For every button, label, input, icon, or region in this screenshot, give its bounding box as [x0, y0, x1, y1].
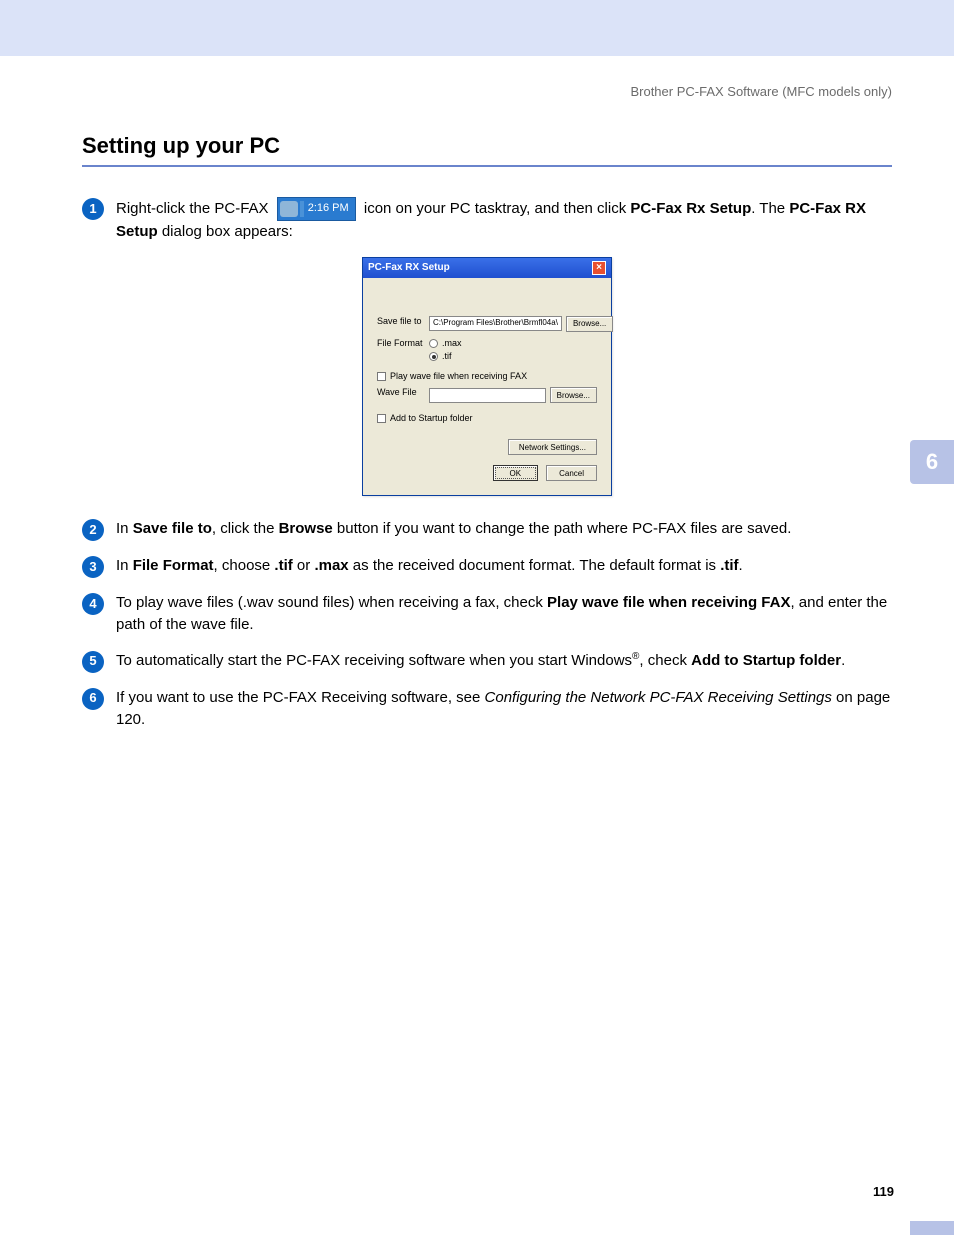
dialog-titlebar: PC-Fax RX Setup ×: [363, 258, 611, 278]
wave-file-input[interactable]: [429, 388, 546, 403]
step-4-body: To play wave files (.wav sound files) wh…: [116, 592, 892, 636]
save-file-to-input[interactable]: C:\Program Files\Brother\Brmfl04a\: [429, 316, 562, 331]
page-content: Setting up your PC 1 Right-click the PC-…: [0, 99, 954, 730]
add-startup-label: Add to Startup folder: [390, 413, 473, 423]
printer-icon: [280, 201, 298, 217]
doc-title: Brother PC-FAX Software (MFC models only…: [630, 84, 892, 99]
file-format-label: File Format: [377, 338, 429, 348]
step-badge-5: 5: [82, 651, 104, 673]
step-badge-3: 3: [82, 556, 104, 578]
step-2: 2 In Save file to, click the Browse butt…: [82, 518, 892, 541]
step-3: 3 In File Format, choose .tif or .max as…: [82, 555, 892, 578]
radio-tif[interactable]: [429, 352, 438, 361]
browse-save-button[interactable]: Browse...: [566, 316, 613, 332]
dialog-body: Save file to C:\Program Files\Brother\Br…: [363, 278, 611, 496]
page-number: 119: [873, 1184, 894, 1199]
step-badge-2: 2: [82, 519, 104, 541]
step-1-body: Right-click the PC-FAX 2:16 PM icon on y…: [116, 197, 892, 243]
close-icon[interactable]: ×: [592, 261, 606, 275]
step-3-body: In File Format, choose .tif or .max as t…: [116, 555, 892, 577]
step-badge-1: 1: [82, 198, 104, 220]
step-5: 5 To automatically start the PC-FAX rece…: [82, 650, 892, 673]
step-badge-4: 4: [82, 593, 104, 615]
network-settings-button[interactable]: Network Settings...: [508, 439, 597, 455]
tasktray-time: 2:16 PM: [308, 201, 349, 217]
step-6: 6 If you want to use the PC-FAX Receivin…: [82, 687, 892, 731]
step-6-body: If you want to use the PC-FAX Receiving …: [116, 687, 892, 731]
dialog-screenshot: PC-Fax RX Setup × Save file to C:\Progra…: [82, 257, 892, 497]
wave-file-label: Wave File: [377, 387, 429, 397]
play-wave-checkbox[interactable]: [377, 372, 386, 381]
pcfax-tasktray-icon: 2:16 PM: [277, 197, 356, 221]
add-startup-checkbox[interactable]: [377, 414, 386, 423]
divider-icon: [300, 201, 304, 217]
running-header: Brother PC-FAX Software (MFC models only…: [0, 56, 954, 99]
step-5-body: To automatically start the PC-FAX receiv…: [116, 650, 892, 672]
browse-wave-button[interactable]: Browse...: [550, 387, 597, 403]
radio-max[interactable]: [429, 339, 438, 348]
step-badge-6: 6: [82, 688, 104, 710]
top-band: [0, 0, 954, 56]
play-wave-label: Play wave file when receiving FAX: [390, 371, 527, 381]
pcfax-rx-setup-dialog: PC-Fax RX Setup × Save file to C:\Progra…: [362, 257, 612, 497]
ok-button[interactable]: OK: [493, 465, 539, 481]
step-1: 1 Right-click the PC-FAX 2:16 PM icon on…: [82, 197, 892, 243]
step-2-body: In Save file to, click the Browse button…: [116, 518, 892, 540]
save-file-to-label: Save file to: [377, 316, 429, 326]
cancel-button[interactable]: Cancel: [546, 465, 597, 481]
step-4: 4 To play wave files (.wav sound files) …: [82, 592, 892, 636]
section-title: Setting up your PC: [82, 133, 892, 159]
footer-accent: [910, 1221, 954, 1235]
chapter-tab: 6: [910, 440, 954, 484]
title-rule: [82, 165, 892, 167]
dialog-title-text: PC-Fax RX Setup: [368, 262, 450, 273]
